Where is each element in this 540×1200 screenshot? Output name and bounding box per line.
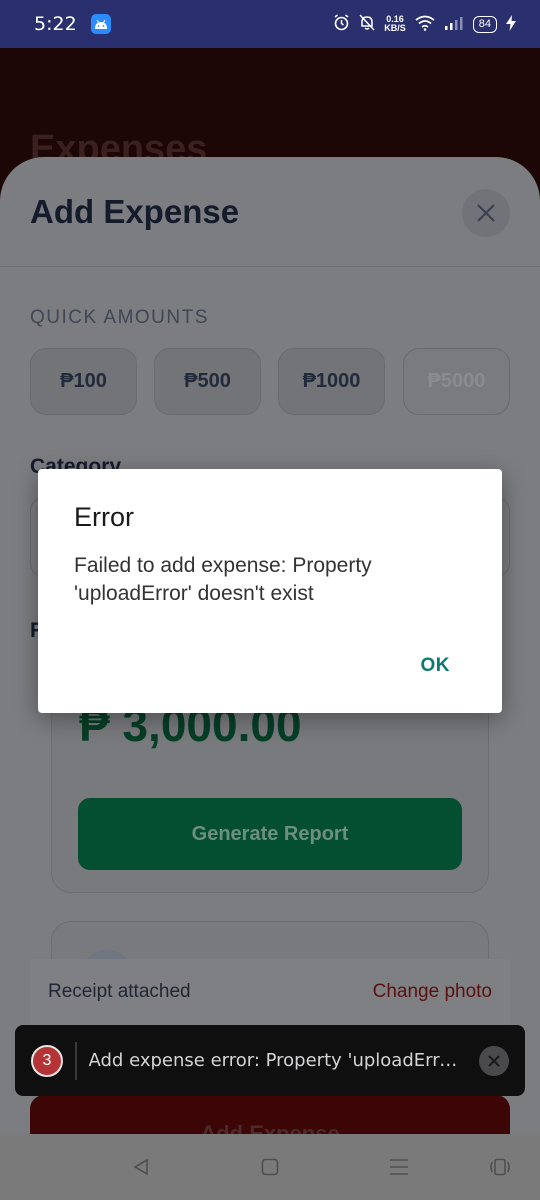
- dialog-title: Error: [74, 502, 134, 532]
- quick-amount-5000[interactable]: ₱5000: [403, 348, 510, 415]
- app-notification-icon: [90, 14, 111, 34]
- quick-amounts-label: QUICK AMOUNTS: [30, 307, 209, 328]
- battery-indicator: 84: [472, 15, 497, 33]
- dialog-ok-button[interactable]: OK: [421, 655, 451, 677]
- recents-button[interactable]: [383, 1134, 415, 1200]
- status-icons: 0.16 KB/S 84: [333, 14, 516, 34]
- menu-icon: [390, 1159, 408, 1175]
- accessibility-button[interactable]: [484, 1134, 516, 1200]
- status-bar: 5:22 0.16 KB/S 84: [0, 0, 540, 48]
- toast-message: Add expense error: Property 'uploadError…: [88, 1050, 466, 1071]
- alarm-icon: [333, 14, 350, 34]
- home-icon: [261, 1158, 279, 1176]
- error-dialog: Error Failed to add expense: Property 'u…: [38, 469, 502, 713]
- charging-icon: [506, 14, 516, 34]
- close-icon: [477, 204, 495, 222]
- mute-bell-icon: [359, 14, 375, 34]
- back-button[interactable]: [125, 1134, 157, 1200]
- toast-divider: [75, 1041, 77, 1080]
- quick-amount-1000[interactable]: ₱1000: [278, 348, 385, 415]
- add-expense-button[interactable]: Add Expense: [30, 1095, 510, 1134]
- receipt-row: Receipt attached Change photo: [30, 959, 510, 1025]
- error-toast[interactable]: 3 Add expense error: Property 'uploadErr…: [15, 1025, 525, 1096]
- sheet-title: Add Expense: [30, 193, 240, 230]
- toast-close-button[interactable]: [479, 1045, 509, 1076]
- back-icon: [133, 1158, 148, 1176]
- signal-icon: [444, 15, 464, 34]
- status-time: 5:22: [34, 13, 77, 35]
- quick-amount-500[interactable]: ₱500: [154, 348, 261, 415]
- close-icon: [488, 1054, 500, 1067]
- wifi-icon: [415, 15, 435, 34]
- change-photo-link[interactable]: Change photo: [373, 981, 492, 1003]
- home-button[interactable]: [254, 1134, 286, 1200]
- network-speed: 0.16 KB/S: [384, 14, 406, 33]
- accessibility-icon: [490, 1158, 510, 1176]
- toast-count-badge: 3: [31, 1044, 63, 1077]
- system-nav-bar: [0, 1134, 540, 1200]
- close-button[interactable]: [462, 189, 510, 237]
- generate-report-button[interactable]: Generate Report: [78, 798, 462, 870]
- dialog-message: Failed to add expense: Property 'uploadE…: [74, 554, 372, 605]
- sheet-header: Add Expense: [0, 157, 540, 267]
- quick-amount-100[interactable]: ₱100: [30, 348, 137, 415]
- receipt-status: Receipt attached: [48, 981, 191, 1002]
